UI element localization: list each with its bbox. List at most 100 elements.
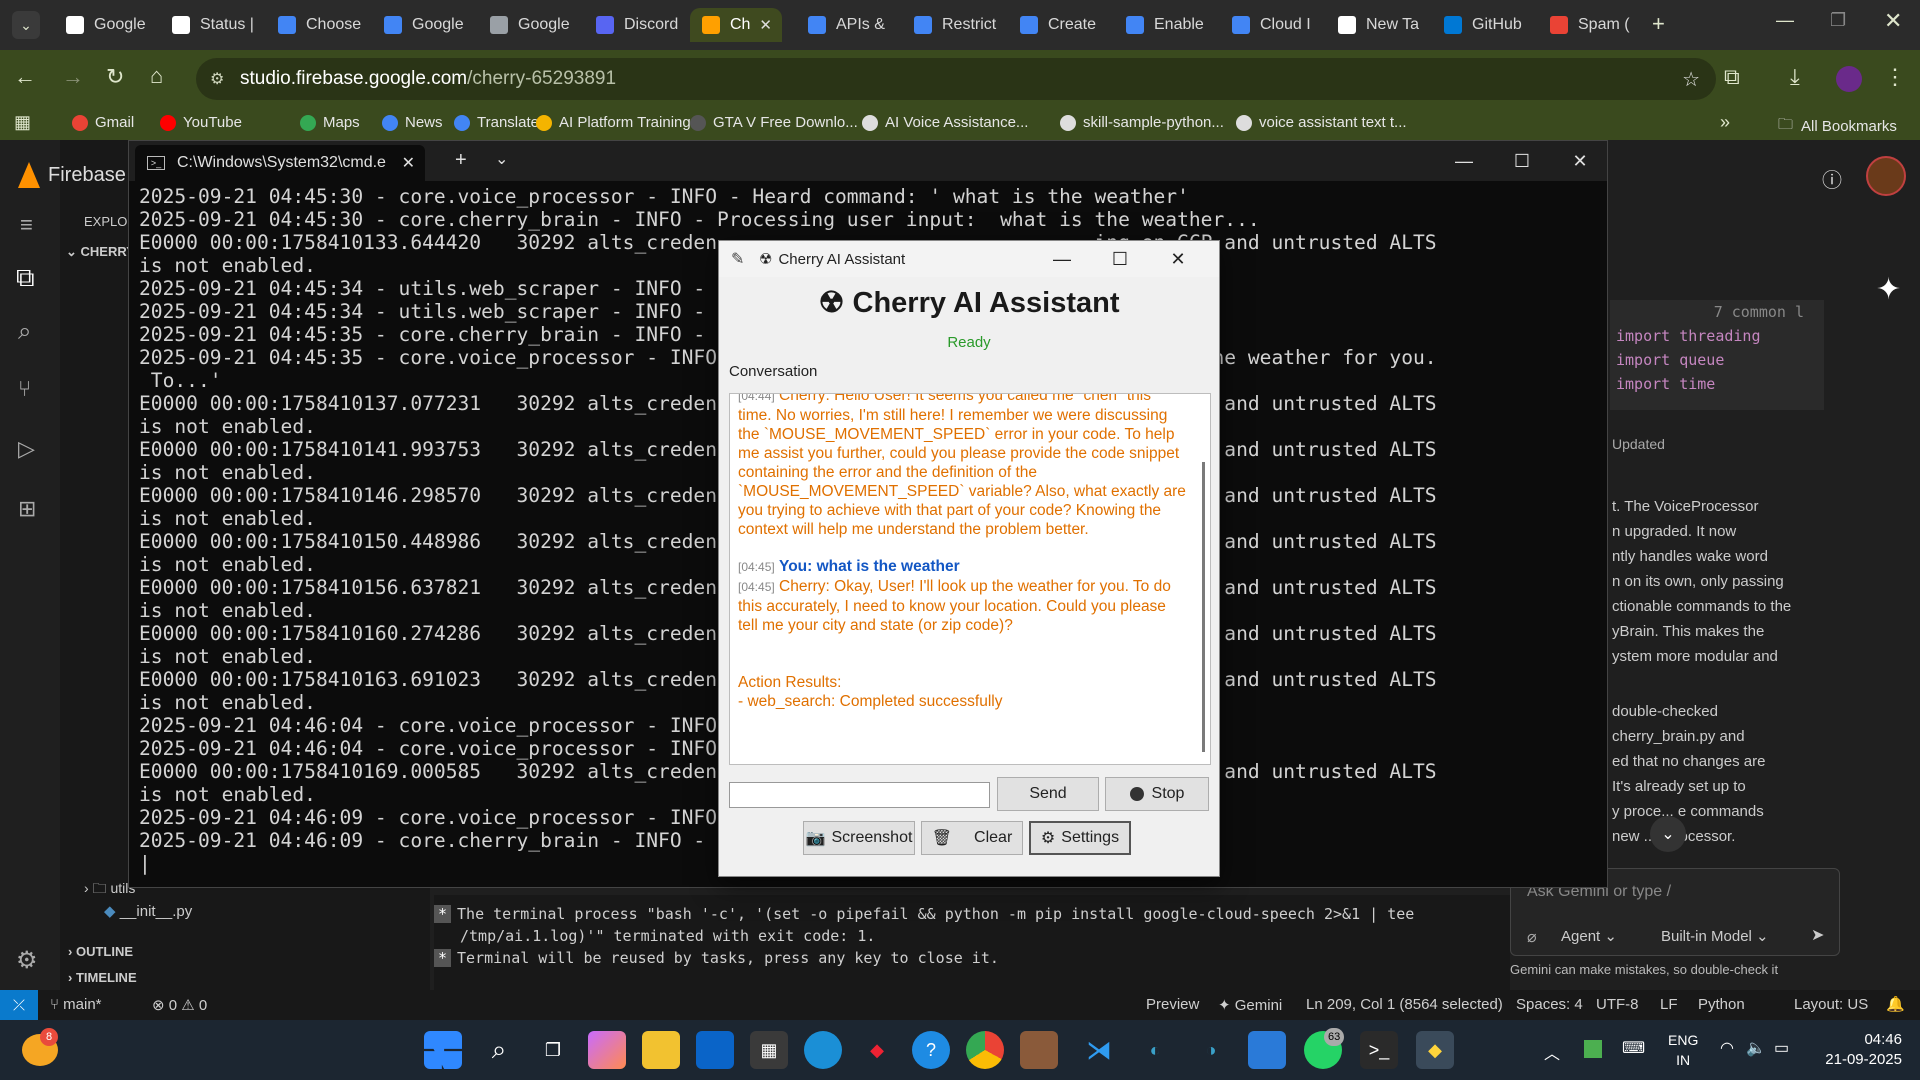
- indentation[interactable]: Spaces: 4: [1516, 996, 1583, 1013]
- bookmark-item[interactable]: voice assistant text t...: [1236, 114, 1407, 131]
- browser-tab[interactable]: Discord: [584, 8, 686, 42]
- encoding[interactable]: UTF-8: [1596, 996, 1639, 1013]
- site-info-icon[interactable]: ⚙: [210, 69, 224, 89]
- close-tab-icon[interactable]: ✕: [402, 153, 415, 173]
- browser-tab[interactable]: Google: [372, 8, 474, 42]
- run-debug-icon[interactable]: ▷: [18, 436, 35, 462]
- restore-icon[interactable]: ❐: [1830, 10, 1846, 31]
- extensions-icon[interactable]: ⊞: [18, 496, 36, 522]
- tray-overflow-icon[interactable]: ︿: [1544, 1040, 1560, 1064]
- browser-tab[interactable]: Create: [1008, 8, 1110, 42]
- remote-indicator[interactable]: ⤫: [0, 990, 38, 1020]
- outline-section[interactable]: › OUTLINE: [68, 944, 133, 959]
- browser-tab[interactable]: Enable: [1114, 8, 1216, 42]
- conversation-scrollbar[interactable]: [1200, 402, 1208, 757]
- init-file[interactable]: ◆ __init__.py: [104, 902, 192, 920]
- chrome-icon[interactable]: [966, 1031, 1004, 1069]
- settings-gear-icon[interactable]: ⚙: [16, 946, 38, 975]
- cherry-minimize-icon[interactable]: —: [1033, 241, 1091, 277]
- bookmark-item[interactable]: News: [382, 114, 443, 131]
- agent-select[interactable]: Agent ⌄: [1561, 927, 1617, 945]
- outlook-icon[interactable]: [696, 1031, 734, 1069]
- new-tab-icon[interactable]: +: [1652, 11, 1665, 37]
- home-icon[interactable]: ⌂: [150, 63, 163, 89]
- all-bookmarks[interactable]: 🗀 All Bookmarks: [1778, 114, 1897, 139]
- terminal-icon[interactable]: >_: [1360, 1031, 1398, 1069]
- browser-tab[interactable]: Google: [54, 8, 156, 42]
- browser-tab[interactable]: Cloud I: [1220, 8, 1322, 42]
- volume-icon[interactable]: 🔈: [1746, 1038, 1766, 1058]
- browser-tab[interactable]: New Ta: [1326, 8, 1428, 42]
- browser-tab[interactable]: GitHub: [1432, 8, 1534, 42]
- model-select[interactable]: Built-in Model ⌄: [1661, 927, 1769, 945]
- menu-icon[interactable]: ⋮: [1884, 64, 1906, 90]
- browser-tab[interactable]: Status |: [160, 8, 262, 42]
- browser-tab[interactable]: APIs &: [796, 8, 898, 42]
- tab-search-icon[interactable]: ⌄: [12, 11, 40, 39]
- search-icon[interactable]: ⌕: [480, 1031, 518, 1069]
- browser-tab[interactable]: Google: [478, 8, 580, 42]
- extensions-icon[interactable]: ⧉: [1724, 64, 1740, 90]
- more-bookmarks-icon[interactable]: »: [1720, 112, 1730, 133]
- language-indicator[interactable]: ENG IN: [1668, 1030, 1698, 1070]
- anydesk-icon[interactable]: ◆: [858, 1031, 896, 1069]
- cherry-maximize-icon[interactable]: ☐: [1091, 241, 1149, 277]
- python-icon[interactable]: ◆: [1416, 1031, 1454, 1069]
- send-button[interactable]: Send: [997, 777, 1099, 811]
- reload-icon[interactable]: ↻: [106, 64, 124, 90]
- scroll-down-button[interactable]: ⌄: [1650, 816, 1686, 852]
- app-icon[interactable]: ◑: [1192, 1031, 1230, 1069]
- file-explorer-icon[interactable]: [642, 1031, 680, 1069]
- tray-app-icon[interactable]: [1584, 1040, 1602, 1058]
- battery-icon[interactable]: ▭: [1774, 1038, 1789, 1058]
- problems-indicator[interactable]: ⊗ 0 ⚠ 0: [152, 996, 207, 1014]
- task-view-icon[interactable]: ❐: [534, 1031, 572, 1069]
- timeline-section[interactable]: › TIMELINE: [68, 970, 137, 985]
- menu-icon[interactable]: ≡: [20, 212, 33, 238]
- start-icon[interactable]: [424, 1031, 462, 1069]
- tab-dropdown-icon[interactable]: ⌄: [495, 149, 508, 169]
- close-window-icon[interactable]: ✕: [1884, 8, 1902, 34]
- cmd-maximize-icon[interactable]: ☐: [1493, 141, 1551, 181]
- cherry-close-icon[interactable]: ✕: [1149, 241, 1207, 277]
- search-icon[interactable]: ⌕: [18, 318, 31, 346]
- settings-button[interactable]: ⚙ Settings: [1029, 821, 1131, 855]
- bookmark-item[interactable]: Translate: [454, 114, 539, 131]
- copilot-icon[interactable]: [588, 1031, 626, 1069]
- help-icon[interactable]: ⓘ: [1822, 164, 1842, 193]
- bookmark-item[interactable]: AI Platform Training...: [536, 114, 703, 131]
- bookmark-star-icon[interactable]: ☆: [1682, 67, 1700, 92]
- message-input[interactable]: [729, 782, 990, 808]
- notifications-icon[interactable]: 🔔: [1886, 995, 1905, 1013]
- keyboard-icon[interactable]: ⌨: [1622, 1038, 1645, 1058]
- photos-icon[interactable]: [1248, 1031, 1286, 1069]
- browser-tab[interactable]: Choose: [266, 8, 368, 42]
- browser-tab[interactable]: Spam (: [1538, 8, 1640, 42]
- clear-button[interactable]: 🗑 Clear: [921, 821, 1023, 855]
- explorer-icon[interactable]: ⧉: [16, 262, 35, 294]
- forward-icon[interactable]: →: [62, 64, 84, 90]
- cmd-close-icon[interactable]: ✕: [1551, 141, 1609, 181]
- bookmark-item[interactable]: skill-sample-python...: [1060, 114, 1224, 131]
- bookmark-item[interactable]: Maps: [300, 114, 360, 131]
- browser-tab[interactable]: Restrict: [902, 8, 1004, 42]
- wifi-icon[interactable]: ◠: [1720, 1038, 1734, 1058]
- profile-avatar[interactable]: [1836, 66, 1862, 92]
- bookmark-item[interactable]: AI Voice Assistance...: [862, 114, 1028, 131]
- language-mode[interactable]: Python: [1698, 996, 1745, 1013]
- help-icon[interactable]: ?: [912, 1031, 950, 1069]
- download-icon[interactable]: ⤓: [1790, 64, 1800, 90]
- bookmark-item[interactable]: GTA V Free Downlo...: [690, 114, 858, 131]
- close-tab-icon[interactable]: ✕: [759, 16, 772, 34]
- root-folder[interactable]: ⌄ CHERRY: [66, 244, 135, 260]
- new-tab-icon[interactable]: +: [455, 149, 467, 172]
- vscode-icon[interactable]: ⧕: [1080, 1031, 1118, 1069]
- app-icon[interactable]: [1020, 1031, 1058, 1069]
- clock[interactable]: 04:46 21-09-2025: [1825, 1030, 1902, 1070]
- bookmark-item[interactable]: YouTube: [160, 114, 242, 131]
- scrollbar-thumb[interactable]: [1202, 462, 1205, 752]
- bookmark-item[interactable]: Gmail: [72, 114, 134, 131]
- cmd-tab[interactable]: >_ C:\Windows\System32\cmd.e ✕: [135, 145, 425, 181]
- cursor-position[interactable]: Ln 209, Col 1 (8564 selected): [1306, 996, 1503, 1013]
- apps-grid-icon[interactable]: ▦: [14, 112, 31, 133]
